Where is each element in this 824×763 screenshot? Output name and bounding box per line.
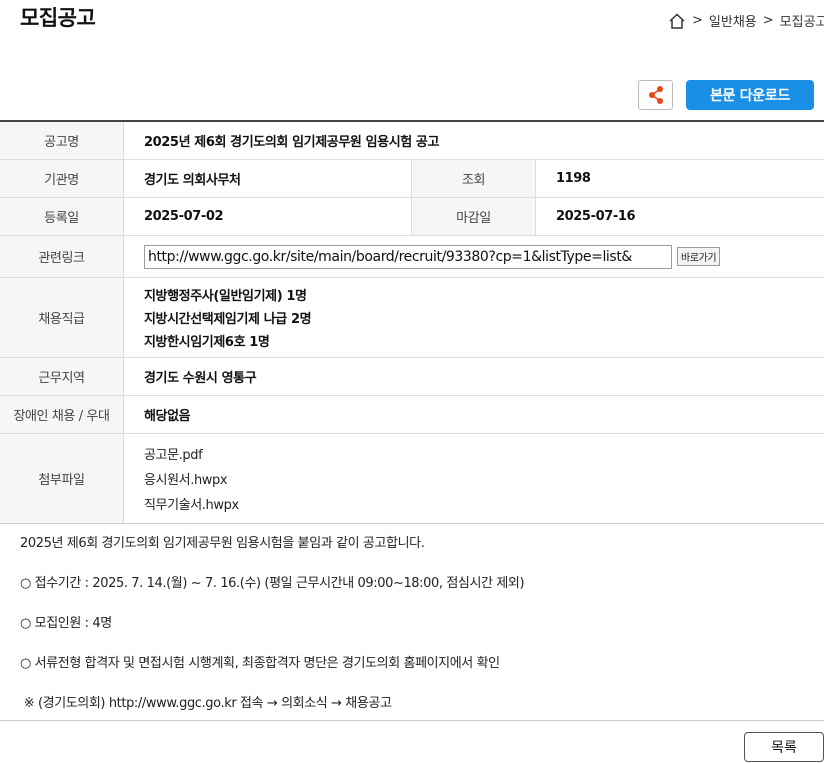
title-value: 2025년 제6회 경기도의회 임기제공무원 임용시험 공고 xyxy=(144,135,440,150)
link-cell: http://www.ggc.go.kr/site/main/board/rec… xyxy=(124,236,824,277)
link-label: 관련링크 xyxy=(0,236,124,277)
body-line: ○ 서류전형 합격자 및 면접시험 시행계획, 최종합격자 명단은 경기도의회 … xyxy=(20,656,500,671)
breadcrumb-separator: > xyxy=(692,13,703,28)
table-row: 기관명 경기도 의회사무처 조회 1198 xyxy=(0,160,824,198)
download-body-button[interactable]: 본문 다운로드 xyxy=(686,80,814,110)
body-line: 2025년 제6회 경기도의회 임기제공무원 임용시험을 붙임과 같이 공고합니… xyxy=(20,536,425,551)
home-icon[interactable] xyxy=(668,12,686,30)
body-line: ※ (경기도의회) http://www.ggc.go.kr 접속 → 의회소식… xyxy=(20,696,392,711)
breadcrumb-separator: > xyxy=(762,13,774,28)
position-list: 지방행정주사(일반임기제) 1명 지방시간선택제임기제 나급 2명 지방한시임기… xyxy=(124,278,824,357)
org-label: 기관명 xyxy=(0,160,124,197)
attachment-link[interactable]: 공고문.pdf xyxy=(144,444,203,463)
table-row: 첨부파일 공고문.pdf 응시원서.hwpx 직무기술서.hwpx xyxy=(0,434,824,524)
table-row: 근무지역 경기도 수원시 영통구 xyxy=(0,358,824,396)
body-line: ○ 모집인원 : 4명 xyxy=(20,616,112,631)
table-row: 등록일 2025-07-02 마감일 2025-07-16 xyxy=(0,198,824,236)
region-value: 경기도 수원시 영통구 xyxy=(144,371,257,386)
go-link-button[interactable]: 바로가기 xyxy=(677,247,721,266)
breadcrumb: > 일반채용 > 모집공고 xyxy=(668,11,824,30)
position-item: 지방한시임기제6호 1명 xyxy=(144,335,270,350)
attachment-list: 공고문.pdf 응시원서.hwpx 직무기술서.hwpx xyxy=(124,434,824,523)
files-label: 첨부파일 xyxy=(0,434,124,523)
table-row: 장애인 채용 / 우대 해당없음 xyxy=(0,396,824,434)
breadcrumb-item-general[interactable]: 일반채용 xyxy=(709,11,757,30)
deadline-label: 마감일 xyxy=(412,198,536,235)
position-label: 채용직급 xyxy=(0,278,124,357)
table-row: 채용직급 지방행정주사(일반임기제) 1명 지방시간선택제임기제 나급 2명 지… xyxy=(0,278,824,358)
region-label: 근무지역 xyxy=(0,358,124,395)
list-button[interactable]: 목록 xyxy=(744,732,824,762)
divider xyxy=(0,720,824,721)
related-link-field[interactable]: http://www.ggc.go.kr/site/main/board/rec… xyxy=(144,244,672,269)
attachment-link[interactable]: 응시원서.hwpx xyxy=(144,469,228,488)
title-label: 공고명 xyxy=(0,122,124,159)
table-row: 관련링크 http://www.ggc.go.kr/site/main/boar… xyxy=(0,236,824,278)
notice-body: 2025년 제6회 경기도의회 임기제공무원 임용시험을 붙임과 같이 공고합니… xyxy=(20,535,820,735)
disabled-label: 장애인 채용 / 우대 xyxy=(0,396,124,433)
views-value: 1198 xyxy=(556,171,591,186)
table-row: 공고명 2025년 제6회 경기도의회 임기제공무원 임용시험 공고 xyxy=(0,122,824,160)
position-item: 지방시간선택제임기제 나급 2명 xyxy=(144,312,312,327)
reg-date-label: 등록일 xyxy=(0,198,124,235)
page-title: 모집공고 xyxy=(20,6,96,30)
disabled-value: 해당없음 xyxy=(144,409,191,424)
position-item: 지방행정주사(일반임기제) 1명 xyxy=(144,289,307,304)
recruit-info-table: 공고명 2025년 제6회 경기도의회 임기제공무원 임용시험 공고 기관명 경… xyxy=(0,120,824,524)
attachment-link[interactable]: 직무기술서.hwpx xyxy=(144,494,239,513)
views-label: 조회 xyxy=(412,160,536,197)
share-icon xyxy=(648,86,663,104)
body-line: ○ 접수기간 : 2025. 7. 14.(월) ~ 7. 16.(수) (평일… xyxy=(20,576,525,591)
breadcrumb-item-recruit[interactable]: 모집공고 xyxy=(780,11,824,30)
deadline-value: 2025-07-16 xyxy=(556,209,636,224)
reg-date-value: 2025-07-02 xyxy=(124,198,412,235)
share-button[interactable] xyxy=(638,80,673,110)
org-value: 경기도 의회사무처 xyxy=(124,160,412,197)
